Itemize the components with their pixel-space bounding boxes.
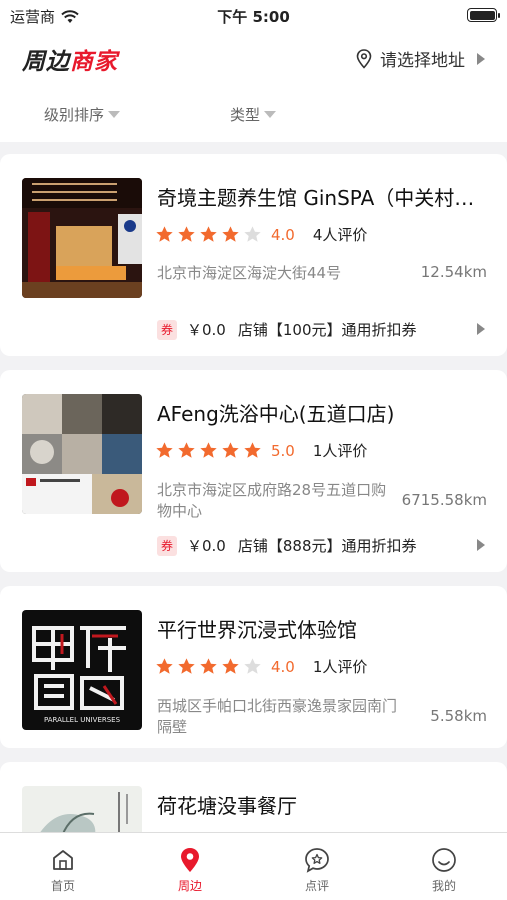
merchant-address: 西城区手帕口北街西豪逸景家园南门隔壁: [157, 697, 398, 736]
star-filled-icon: [200, 226, 217, 242]
rating-row: 4.0 4人评价: [155, 224, 367, 245]
coupon-tag: 券: [157, 535, 177, 556]
rating-score: 4.0: [271, 657, 295, 676]
caret-down-icon: [108, 111, 121, 118]
star-chat-icon: [305, 848, 329, 873]
merchant-name: 奇境主题养生馆 GinSPA（中关村店）: [157, 186, 487, 210]
review-count: 1人评价: [312, 442, 368, 460]
coupon-description: 店铺【888元】通用折扣券: [237, 537, 417, 555]
app-logo: 周边商家: [22, 42, 118, 76]
tab-label: 我的: [431, 879, 456, 893]
status-time: 下午 5:00: [217, 8, 290, 26]
star-empty-icon: [244, 226, 261, 242]
star-filled-icon: [156, 442, 173, 458]
star-rating: [155, 441, 265, 460]
merchant-address: 北京市海淀区海淀大街44号: [157, 264, 342, 282]
battery-icon: [467, 8, 500, 22]
home-icon: [53, 850, 73, 870]
filter-label: 类型: [230, 106, 261, 124]
tab-profile[interactable]: 我的: [381, 833, 507, 900]
star-filled-icon: [178, 658, 195, 674]
tab-label: 点评: [304, 879, 329, 893]
caret-down-icon: [264, 111, 277, 118]
star-filled-icon: [156, 658, 173, 674]
star-empty-icon: [244, 658, 261, 674]
filter-level-sort[interactable]: 级别排序: [44, 104, 121, 125]
rating-row: 4.0 1人评价: [155, 656, 367, 677]
filter-type[interactable]: 类型: [230, 104, 277, 125]
merchant-name: 平行世界沉浸式体验馆: [157, 618, 357, 642]
location-pin-icon: [181, 848, 199, 872]
merchant-name: AFeng洗浴中心(五道口店): [157, 402, 395, 426]
app-header: 周边商家 请选择地址: [0, 32, 507, 84]
merchant-thumbnail: PARALLEL UNIVERSES: [22, 610, 142, 730]
tab-home[interactable]: 首页: [0, 833, 126, 900]
merchant-card[interactable]: PARALLEL UNIVERSES 平行世界沉浸式体验馆 4.0 1人评价 西…: [0, 586, 507, 748]
merchant-distance: 5.58km: [430, 707, 487, 725]
coupon-description: 店铺【100元】通用折扣券: [237, 321, 417, 339]
status-bar: 运营商 下午 5:00: [0, 0, 507, 32]
star-filled-icon: [200, 442, 217, 458]
coupon-row[interactable]: 券 ￥0.0 店铺【100元】通用折扣券: [157, 319, 417, 340]
merchant-thumbnail: [22, 394, 142, 514]
review-count: 1人评价: [312, 658, 368, 676]
rating-score: 4.0: [271, 225, 295, 244]
star-filled-icon: [178, 442, 195, 458]
star-filled-icon: [222, 226, 239, 242]
star-filled-icon: [200, 658, 217, 674]
merchant-address: 北京市海淀区成府路28号五道口购物中心: [157, 481, 387, 520]
location-pin-icon: [356, 48, 372, 69]
tab-label: 周边: [177, 879, 202, 893]
chevron-right-icon: [477, 323, 485, 335]
address-selector[interactable]: 请选择地址: [356, 46, 485, 71]
tab-label: 首页: [50, 879, 75, 893]
coupon-price: ￥0.0: [187, 321, 226, 339]
coupon-tag: 券: [157, 319, 177, 340]
star-filled-icon: [244, 442, 261, 458]
filter-label: 级别排序: [44, 106, 105, 124]
smile-icon: [432, 848, 456, 872]
merchant-card[interactable]: 奇境主题养生馆 GinSPA（中关村店） 4.0 4人评价 北京市海淀区海淀大街…: [0, 154, 507, 356]
tab-reviews[interactable]: 点评: [254, 833, 380, 900]
merchant-distance: 6715.58km: [401, 491, 487, 509]
tab-nearby[interactable]: 周边: [127, 833, 253, 900]
address-label: 请选择地址: [380, 51, 465, 71]
chevron-right-icon: [477, 52, 485, 65]
filter-bar: 级别排序 类型: [0, 84, 507, 142]
logo-text-2: 商家: [70, 49, 118, 75]
star-filled-icon: [156, 226, 173, 242]
merchant-name: 荷花塘没事餐厅: [157, 794, 297, 818]
star-filled-icon: [222, 658, 239, 674]
parallel-caption: PARALLEL UNIVERSES: [44, 716, 121, 724]
coupon-row[interactable]: 券 ￥0.0 店铺【888元】通用折扣券: [157, 535, 417, 556]
star-rating: [155, 657, 265, 676]
review-count: 4人评价: [312, 226, 368, 244]
star-rating: [155, 225, 265, 244]
merchant-distance: 12.54km: [420, 263, 487, 281]
bottom-tab-bar: 首页 周边 点评 我的: [0, 832, 507, 900]
merchant-thumbnail: [22, 178, 142, 298]
star-filled-icon: [178, 226, 195, 242]
rating-score: 5.0: [271, 441, 295, 460]
star-filled-icon: [222, 442, 239, 458]
rating-row: 5.0 1人评价: [155, 440, 367, 461]
logo-text-1: 周边: [22, 49, 70, 75]
merchant-card[interactable]: AFeng洗浴中心(五道口店) 5.0 1人评价 北京市海淀区成府路28号五道口…: [0, 370, 507, 572]
coupon-price: ￥0.0: [187, 537, 226, 555]
chevron-right-icon: [477, 539, 485, 551]
